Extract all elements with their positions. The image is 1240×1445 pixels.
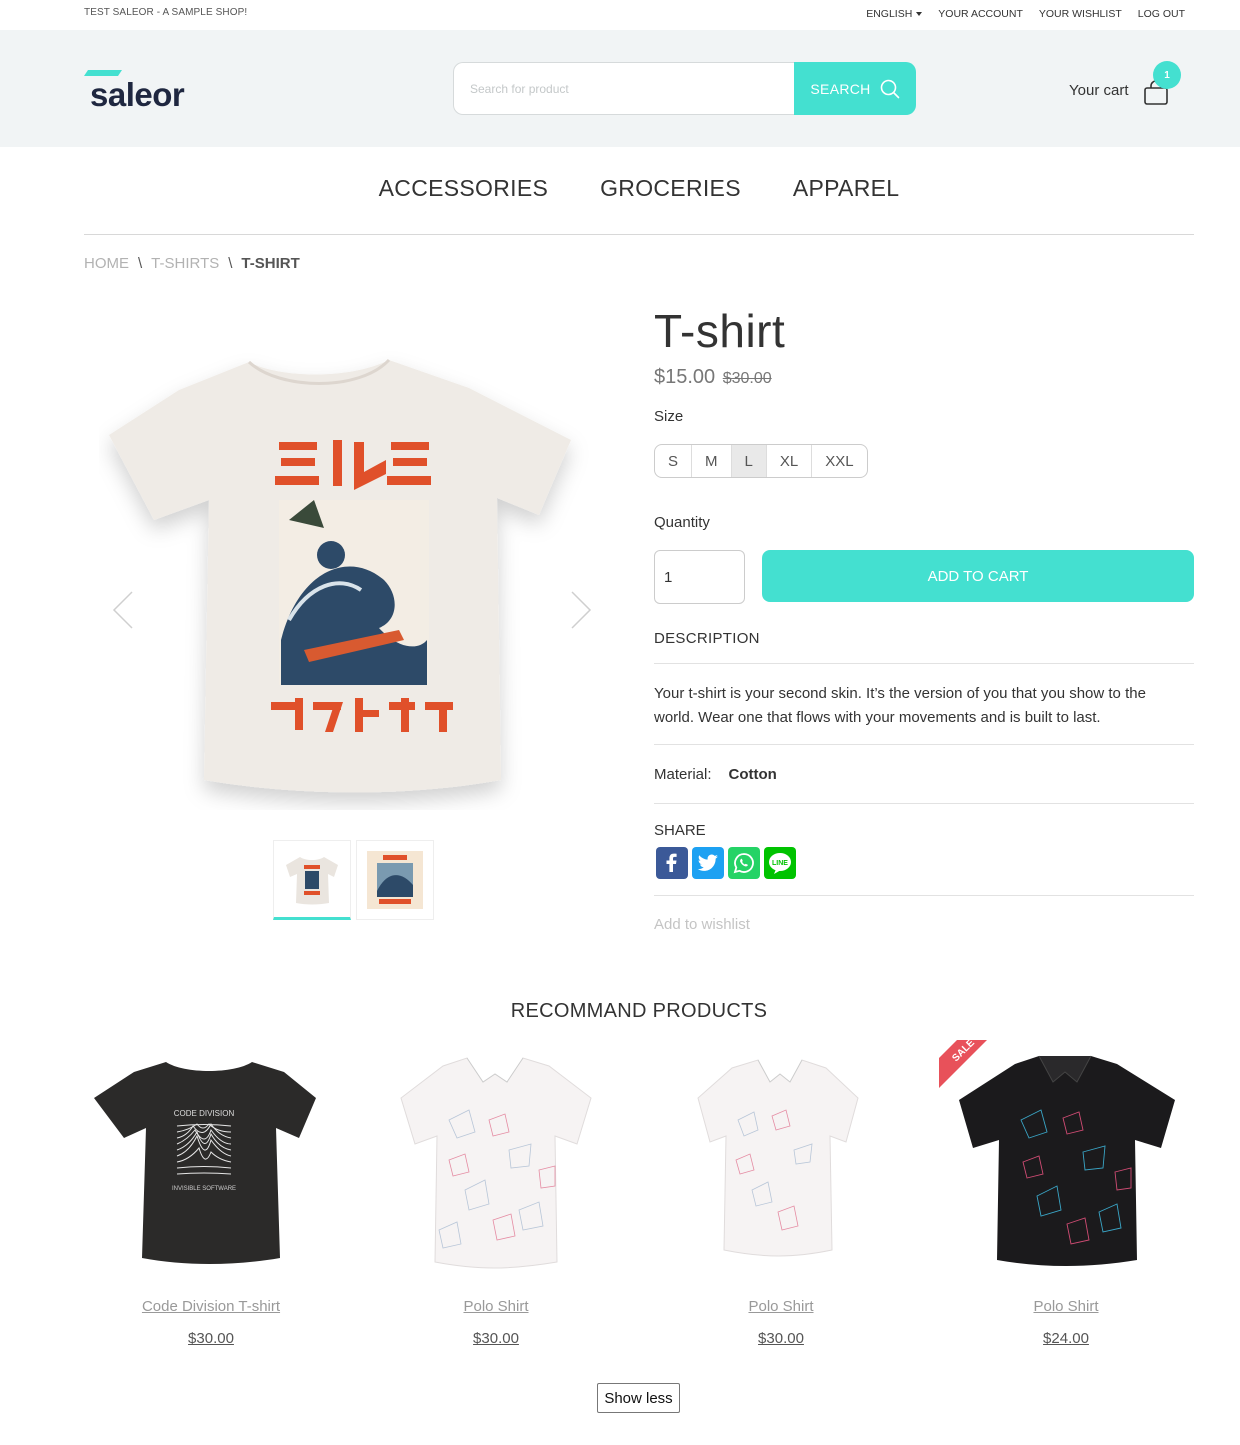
caret-down-icon (916, 12, 923, 17)
share-buttons: LINE (656, 847, 796, 879)
product-card[interactable]: Polo Shirt $30.00 (654, 1040, 908, 1360)
size-option-xl[interactable]: XL (767, 445, 813, 477)
top-links: ENGLISH YOUR ACCOUNT YOUR WISHLIST LOG O… (866, 8, 1185, 20)
size-option-xxl[interactable]: XXL (812, 445, 866, 477)
search-button[interactable]: SEARCH (794, 62, 916, 115)
print-subtext: INVISIBLE SOFTWARE (172, 1186, 236, 1192)
print-text: CODE DIVISION (174, 1109, 235, 1118)
share-heading: SHARE (654, 822, 706, 839)
thumbnail-tshirt-image (286, 857, 338, 905)
product-name[interactable]: Polo Shirt (369, 1298, 623, 1315)
product-image: CODE DIVISION INVISIBLE SOFTWARE (94, 1062, 316, 1264)
recommended-title: RECOMMAND PRODUCTS (510, 1000, 768, 1022)
search-button-label: SEARCH (810, 80, 871, 97)
divider (654, 803, 1194, 804)
breadcrumb-tshirts[interactable]: T-SHIRTS (151, 255, 219, 272)
divider (654, 663, 1194, 664)
product-title: T-shirt (654, 305, 786, 357)
current-price: $15.00 (654, 366, 716, 388)
product-price[interactable]: $30.00 (84, 1330, 338, 1347)
product-price[interactable]: $30.00 (654, 1330, 908, 1347)
main-nav: ACCESSORIES GROCERIES APPAREL (0, 147, 1240, 235)
twitter-icon[interactable] (692, 847, 724, 879)
nav-item-groceries[interactable]: GROCERIES (600, 175, 741, 202)
site-header: saleor SEARCH Your cart 1 (0, 30, 1240, 147)
show-less-button[interactable]: Show less (597, 1383, 680, 1413)
breadcrumb-current: T-SHIRT (241, 255, 300, 272)
thumbnail-print-image (367, 851, 423, 909)
product-name[interactable]: Polo Shirt (939, 1298, 1193, 1315)
material-label: Material: (654, 766, 712, 783)
divider (654, 744, 1194, 745)
product-price: $15.00 $30.00 (654, 366, 772, 389)
product-gallery (84, 300, 624, 930)
search-bar: SEARCH (453, 62, 916, 115)
breadcrumb-separator: \ (228, 255, 233, 272)
nav-item-accessories[interactable]: ACCESSORIES (379, 175, 548, 202)
language-selector[interactable]: ENGLISH (866, 8, 923, 20)
saleor-logo[interactable]: saleor (84, 68, 204, 112)
whatsapp-icon[interactable] (728, 847, 760, 879)
product-name[interactable]: Code Division T-shirt (84, 1298, 338, 1315)
breadcrumb-separator: \ (138, 255, 143, 272)
cart-widget[interactable]: Your cart 1 (1069, 61, 1189, 112)
old-price: $30.00 (722, 370, 772, 387)
quantity-input[interactable] (654, 550, 745, 604)
logo-text: saleor (90, 76, 185, 112)
product-image: SALE (939, 1040, 1175, 1266)
cart-label: Your cart (1069, 82, 1129, 99)
material-value: Cotton (728, 766, 777, 783)
search-icon (880, 79, 899, 98)
quantity-label: Quantity (654, 514, 710, 531)
add-to-wishlist-link[interactable]: Add to wishlist (654, 916, 750, 933)
add-to-cart-button[interactable]: ADD TO CART (762, 550, 1194, 602)
size-option-s[interactable]: S (655, 445, 693, 477)
product-price[interactable]: $30.00 (369, 1330, 623, 1347)
line-icon[interactable]: LINE (764, 847, 796, 879)
divider (654, 895, 1194, 896)
product-image (400, 1057, 592, 1269)
top-bar: TEST SALEOR - A SAMPLE SHOP! ENGLISH YOU… (0, 0, 1240, 30)
nav-divider (84, 234, 1194, 235)
your-wishlist-link[interactable]: YOUR WISHLIST (1039, 8, 1122, 20)
gallery-thumbnail-1[interactable] (273, 840, 351, 920)
line-icon-text: LINE (772, 860, 788, 867)
product-main-image (109, 358, 571, 793)
product-card[interactable]: CODE DIVISION INVISIBLE SOFTWARE Code Di… (84, 1040, 338, 1360)
product-name[interactable]: Polo Shirt (654, 1298, 908, 1315)
search-input[interactable] (453, 62, 798, 115)
size-option-l[interactable]: L (731, 445, 767, 477)
gallery-thumbnail-2[interactable] (356, 840, 434, 920)
description-heading: DESCRIPTION (654, 630, 760, 647)
breadcrumb: HOME \ T-SHIRTS \ T-SHIRT (84, 255, 300, 272)
product-card[interactable]: SALE Polo Shirt $24.00 (939, 1040, 1193, 1360)
your-account-link[interactable]: YOUR ACCOUNT (938, 8, 1023, 20)
gallery-prev-arrow-icon[interactable] (112, 590, 134, 630)
language-label: ENGLISH (866, 8, 913, 20)
product-price[interactable]: $24.00 (939, 1330, 1193, 1347)
facebook-icon[interactable] (656, 847, 688, 879)
product-image (697, 1059, 859, 1257)
gallery-next-arrow-icon[interactable] (570, 590, 592, 630)
size-label: Size (654, 408, 684, 425)
breadcrumb-home[interactable]: HOME (84, 255, 129, 272)
size-selector: S M L XL XXL (654, 444, 868, 478)
product-card[interactable]: Polo Shirt $30.00 (369, 1040, 623, 1360)
cart-count-badge: 1 (1153, 61, 1181, 89)
size-option-m[interactable]: M (692, 445, 732, 477)
material-row: Material: Cotton (654, 766, 777, 783)
nav-item-apparel[interactable]: APPAREL (793, 175, 900, 202)
logout-link[interactable]: LOG OUT (1138, 8, 1185, 20)
shop-name: TEST SALEOR - A SAMPLE SHOP! (84, 7, 248, 18)
description-text: Your t-shirt is your second skin. It’s t… (654, 685, 1146, 726)
